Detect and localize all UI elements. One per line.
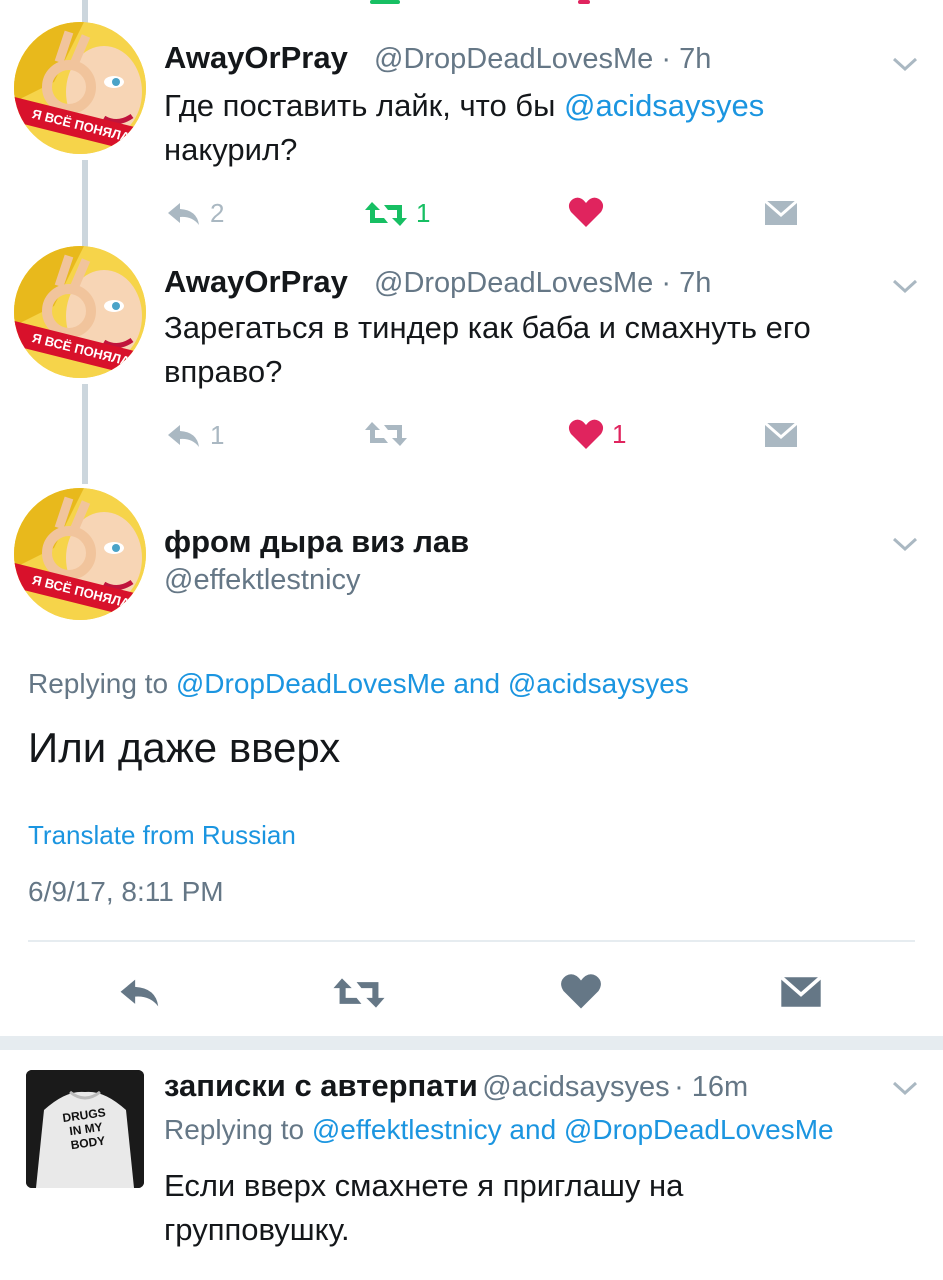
author-handle[interactable]: @DropDeadLovesMe (374, 43, 653, 75)
retweet-icon (365, 422, 407, 446)
author-name[interactable]: фром дыра виз лав (164, 524, 469, 560)
tweet-time: · 7h (661, 43, 712, 75)
reply-header: записки с автерпати @acidsaysyes · 16m (164, 1068, 748, 1104)
retweet-button[interactable]: 1 (364, 198, 430, 229)
reply-button[interactable]: 1 (166, 420, 224, 451)
reply-button[interactable] (118, 976, 162, 1010)
like-icon (568, 419, 604, 449)
reply-count: 2 (210, 198, 225, 228)
tweet-time: · 16m (674, 1071, 749, 1103)
like-count: 1 (612, 418, 627, 449)
section-separator (0, 1036, 943, 1050)
chevron-down-icon[interactable] (890, 54, 920, 74)
chevron-down-icon[interactable] (890, 1078, 920, 1098)
replying-to: Replying to @effektlestnicy and @DropDea… (164, 1114, 834, 1145)
clipped-previous-tweet-actions (360, 0, 780, 6)
tweet-timestamp: 6/9/17, 8:11 PM (28, 876, 224, 907)
avatar-shirt-text: DRUGS IN MY BODY (61, 1105, 107, 1153)
avatar[interactable]: Я ВСЁ ПОНЯЛА (14, 246, 146, 378)
thread-connector (82, 384, 88, 484)
mention-link[interactable]: @acidsaysyes (508, 668, 689, 699)
mention-link[interactable]: @effektlestnicy (312, 1114, 502, 1145)
retweet-icon (333, 978, 385, 1008)
retweet-icon (365, 201, 407, 226)
retweet-button[interactable] (364, 420, 416, 448)
avatar[interactable]: DRUGS IN MY BODY (26, 1070, 144, 1188)
direct-message-button[interactable] (764, 200, 798, 226)
reply-count: 1 (210, 420, 225, 450)
tweet-text: Или даже вверх (28, 724, 341, 771)
author-handle[interactable]: @effektlestnicy (164, 564, 361, 597)
tweet-text: Зарегаться в тиндер как баба и смахнуть … (164, 310, 811, 389)
like-button[interactable]: 1 (568, 418, 626, 450)
thread-connector (82, 160, 88, 250)
reply-button[interactable]: 2 (166, 198, 224, 229)
like-icon (561, 974, 601, 1009)
retweet-count: 1 (416, 198, 431, 228)
chevron-down-icon[interactable] (890, 276, 920, 296)
mention-link[interactable]: @DropDeadLovesMe (564, 1114, 834, 1145)
author-handle[interactable]: @DropDeadLovesMe (374, 267, 653, 299)
author-meta: @DropDeadLovesMe · 7h (374, 43, 711, 76)
direct-message-icon (764, 200, 798, 225)
like-button[interactable] (560, 972, 602, 1010)
mention-link[interactable]: @DropDeadLovesMe (176, 668, 446, 699)
tweet-text: Если вверх смахнете я приглашу на группо… (164, 1168, 684, 1247)
author-name[interactable]: записки с автерпати (164, 1068, 478, 1103)
direct-message-button[interactable] (780, 976, 822, 1008)
retweet-button[interactable] (332, 976, 386, 1010)
divider (28, 940, 915, 942)
avatar[interactable]: Я ВСЁ ПОНЯЛА (14, 488, 146, 620)
mention-link[interactable]: @acidsaysyes (564, 88, 764, 123)
avatar[interactable]: Я ВСЁ ПОНЯЛА (14, 22, 146, 154)
reply-icon (120, 979, 159, 1007)
direct-message-icon (764, 422, 798, 447)
direct-message-icon (780, 976, 822, 1007)
author-meta: @DropDeadLovesMe · 7h (374, 267, 711, 300)
author-handle[interactable]: @acidsaysyes (482, 1071, 669, 1103)
like-button[interactable] (568, 196, 612, 228)
reply-icon (168, 202, 199, 225)
translate-link[interactable]: Translate from Russian (28, 820, 296, 851)
replying-to: Replying to @DropDeadLovesMe and @acidsa… (28, 668, 689, 699)
tweet-time: · 7h (661, 267, 712, 299)
tweet-text: Где поставить лайк, что бы @acidsaysyes … (164, 88, 765, 167)
like-icon (568, 197, 604, 227)
chevron-down-icon[interactable] (890, 534, 920, 554)
reply-icon (168, 424, 199, 447)
direct-message-button[interactable] (764, 422, 798, 448)
author-name[interactable]: AwayOrPray (164, 40, 348, 76)
author-name[interactable]: AwayOrPray (164, 264, 348, 300)
